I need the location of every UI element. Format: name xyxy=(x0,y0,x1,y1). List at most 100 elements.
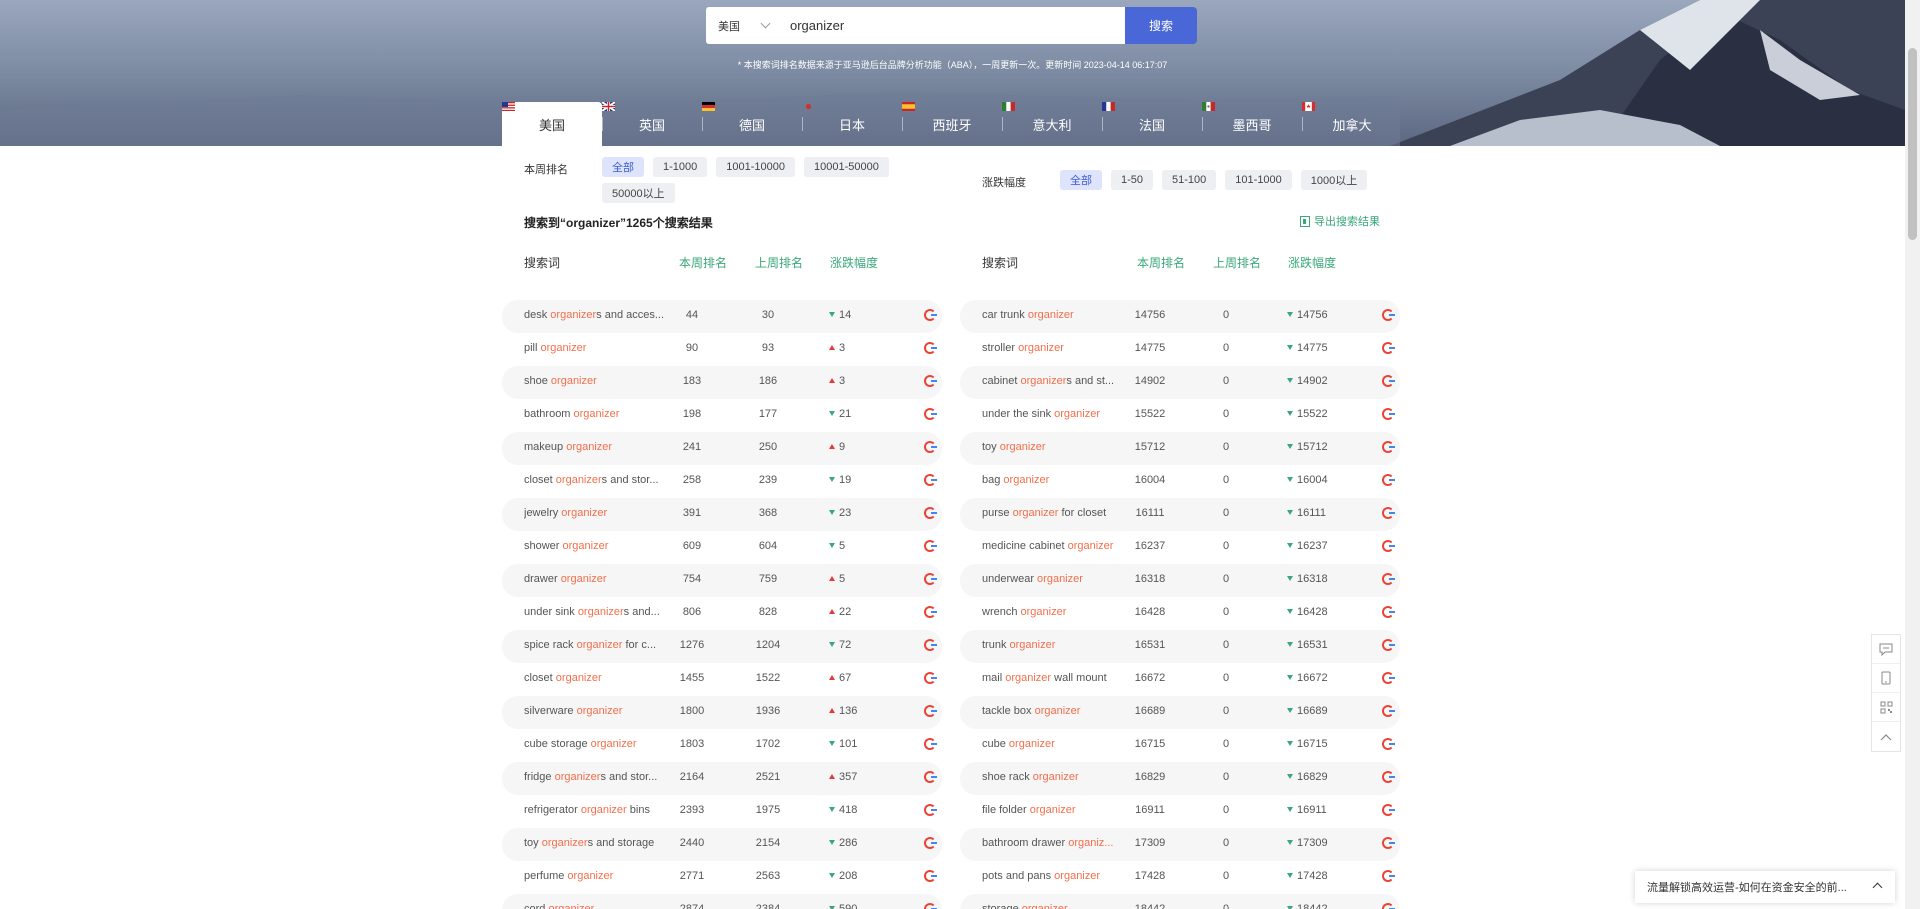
keyword-cell[interactable]: under the sink organizer xyxy=(982,408,1127,420)
tab-us[interactable]: 美国 xyxy=(502,102,602,146)
google-search-icon[interactable] xyxy=(924,309,937,321)
google-search-icon[interactable] xyxy=(924,639,937,651)
google-search-icon[interactable] xyxy=(924,540,937,552)
rank-filter-1-1000[interactable]: 1-1000 xyxy=(653,157,708,177)
rank-filter-10001-50000[interactable]: 10001-50000 xyxy=(804,157,889,177)
table-row[interactable]: pill organizer 90 93 3 xyxy=(502,333,942,366)
keyword-cell[interactable]: shoe organizer xyxy=(524,375,669,387)
table-row[interactable]: cabinet organizers and st... 14902 0 14902 xyxy=(960,366,1400,399)
table-row[interactable]: pots and pans organizer 17428 0 17428 xyxy=(960,861,1400,894)
table-row[interactable]: bathroom organizer 198 177 21 xyxy=(502,399,942,432)
google-search-icon[interactable] xyxy=(924,474,937,486)
scrollbar-thumb[interactable] xyxy=(1908,48,1917,240)
rank-filter-50000-plus[interactable]: 50000以上 xyxy=(602,183,675,203)
col-last-week[interactable]: 上周排名 xyxy=(755,254,803,271)
google-search-icon[interactable] xyxy=(1382,771,1395,783)
keyword-cell[interactable]: bathroom organizer xyxy=(524,408,669,420)
keyword-cell[interactable]: trunk organizer xyxy=(982,639,1127,651)
qrcode-button[interactable] xyxy=(1872,693,1900,722)
change-filter-101-1000[interactable]: 101-1000 xyxy=(1225,170,1292,190)
table-row[interactable]: shower organizer 609 604 5 xyxy=(502,531,942,564)
keyword-cell[interactable]: mail organizer wall mount xyxy=(982,672,1127,684)
keyword-cell[interactable]: pill organizer xyxy=(524,342,669,354)
keyword-cell[interactable]: underwear organizer xyxy=(982,573,1127,585)
country-select[interactable]: 美国 xyxy=(706,7,780,44)
keyword-cell[interactable]: cord organizer xyxy=(524,903,669,909)
keyword-cell[interactable]: pots and pans organizer xyxy=(982,870,1127,882)
table-row[interactable]: tackle box organizer 16689 0 16689 xyxy=(960,696,1400,729)
table-row[interactable]: shoe organizer 183 186 3 xyxy=(502,366,942,399)
keyword-cell[interactable]: shower organizer xyxy=(524,540,669,552)
keyword-cell[interactable]: under sink organizers and... xyxy=(524,606,669,618)
table-row[interactable]: bathroom drawer organiz... 17309 0 17309 xyxy=(960,828,1400,861)
google-search-icon[interactable] xyxy=(924,705,937,717)
keyword-cell[interactable]: shoe rack organizer xyxy=(982,771,1127,783)
keyword-cell[interactable]: cube organizer xyxy=(982,738,1127,750)
keyword-cell[interactable]: wrench organizer xyxy=(982,606,1127,618)
keyword-cell[interactable]: cabinet organizers and st... xyxy=(982,375,1127,387)
google-search-icon[interactable] xyxy=(924,342,937,354)
table-row[interactable]: car trunk organizer 14756 0 14756 xyxy=(960,300,1400,333)
keyword-cell[interactable]: car trunk organizer xyxy=(982,309,1127,321)
google-search-icon[interactable] xyxy=(1382,804,1395,816)
tab-uk[interactable]: 英国 xyxy=(602,102,702,146)
google-search-icon[interactable] xyxy=(1382,639,1395,651)
mobile-button[interactable] xyxy=(1872,664,1900,693)
search-button[interactable]: 搜索 xyxy=(706,7,1197,44)
table-row[interactable]: desk organizers and acces... 44 30 14 xyxy=(502,300,942,333)
table-row[interactable]: cube storage organizer 1803 1702 101 xyxy=(502,729,942,762)
change-filter-all[interactable]: 全部 xyxy=(1060,170,1102,190)
google-search-icon[interactable] xyxy=(1382,870,1395,882)
table-row[interactable]: refrigerator organizer bins 2393 1975 418 xyxy=(502,795,942,828)
page-scrollbar[interactable] xyxy=(1905,0,1920,909)
keyword-cell[interactable]: silverware organizer xyxy=(524,705,669,717)
google-search-icon[interactable] xyxy=(1382,441,1395,453)
keyword-cell[interactable]: purse organizer for closet xyxy=(982,507,1127,519)
table-row[interactable]: toy organizers and storage 2440 2154 286 xyxy=(502,828,942,861)
google-search-icon[interactable] xyxy=(924,441,937,453)
col-this-week[interactable]: 本周排名 xyxy=(679,254,727,271)
keyword-cell[interactable]: closet organizer xyxy=(524,672,669,684)
tab-de[interactable]: 德国 xyxy=(702,102,802,146)
table-row[interactable]: fridge organizers and stor... 2164 2521 357 xyxy=(502,762,942,795)
promo-toast[interactable]: 流量解锁高效运营-如何在资金安全的前... xyxy=(1635,871,1895,903)
table-row[interactable]: underwear organizer 16318 0 16318 xyxy=(960,564,1400,597)
change-filter-1-50[interactable]: 1-50 xyxy=(1111,170,1154,190)
google-search-icon[interactable] xyxy=(924,870,937,882)
keyword-cell[interactable]: bag organizer xyxy=(982,474,1127,486)
table-row[interactable]: wrench organizer 16428 0 16428 xyxy=(960,597,1400,630)
table-row[interactable]: jewelry organizer 391 368 23 xyxy=(502,498,942,531)
table-row[interactable]: perfume organizer 2771 2563 208 xyxy=(502,861,942,894)
keyword-cell[interactable]: spice rack organizer for c... xyxy=(524,639,669,651)
google-search-icon[interactable] xyxy=(1382,705,1395,717)
table-row[interactable]: shoe rack organizer 16829 0 16829 xyxy=(960,762,1400,795)
google-search-icon[interactable] xyxy=(1382,903,1395,909)
google-search-icon[interactable] xyxy=(924,837,937,849)
tab-it[interactable]: 意大利 xyxy=(1002,102,1102,146)
table-row[interactable]: spice rack organizer for c... 1276 1204 72 xyxy=(502,630,942,663)
google-search-icon[interactable] xyxy=(1382,408,1395,420)
keyword-cell[interactable]: makeup organizer xyxy=(524,441,669,453)
table-row[interactable]: under sink organizers and... 806 828 22 xyxy=(502,597,942,630)
back-to-top-button[interactable] xyxy=(1872,722,1900,751)
google-search-icon[interactable] xyxy=(924,804,937,816)
google-search-icon[interactable] xyxy=(924,408,937,420)
google-search-icon[interactable] xyxy=(1382,309,1395,321)
keyword-cell[interactable]: closet organizers and stor... xyxy=(524,474,669,486)
keyword-cell[interactable]: cube storage organizer xyxy=(524,738,669,750)
keyword-cell[interactable]: stroller organizer xyxy=(982,342,1127,354)
keyword-cell[interactable]: toy organizer xyxy=(982,441,1127,453)
keyword-cell[interactable]: medicine cabinet organizer xyxy=(982,540,1127,552)
chevron-up-icon[interactable] xyxy=(1872,882,1883,893)
google-search-icon[interactable] xyxy=(924,771,937,783)
google-search-icon[interactable] xyxy=(1382,573,1395,585)
keyword-cell[interactable]: desk organizers and acces... xyxy=(524,309,669,321)
google-search-icon[interactable] xyxy=(1382,507,1395,519)
google-search-icon[interactable] xyxy=(924,738,937,750)
google-search-icon[interactable] xyxy=(1382,474,1395,486)
table-row[interactable]: bag organizer 16004 0 16004 xyxy=(960,465,1400,498)
google-search-icon[interactable] xyxy=(1382,375,1395,387)
keyword-cell[interactable]: drawer organizer xyxy=(524,573,669,585)
table-row[interactable]: cord organizer 2874 2384 590 xyxy=(502,894,942,909)
google-search-icon[interactable] xyxy=(1382,606,1395,618)
